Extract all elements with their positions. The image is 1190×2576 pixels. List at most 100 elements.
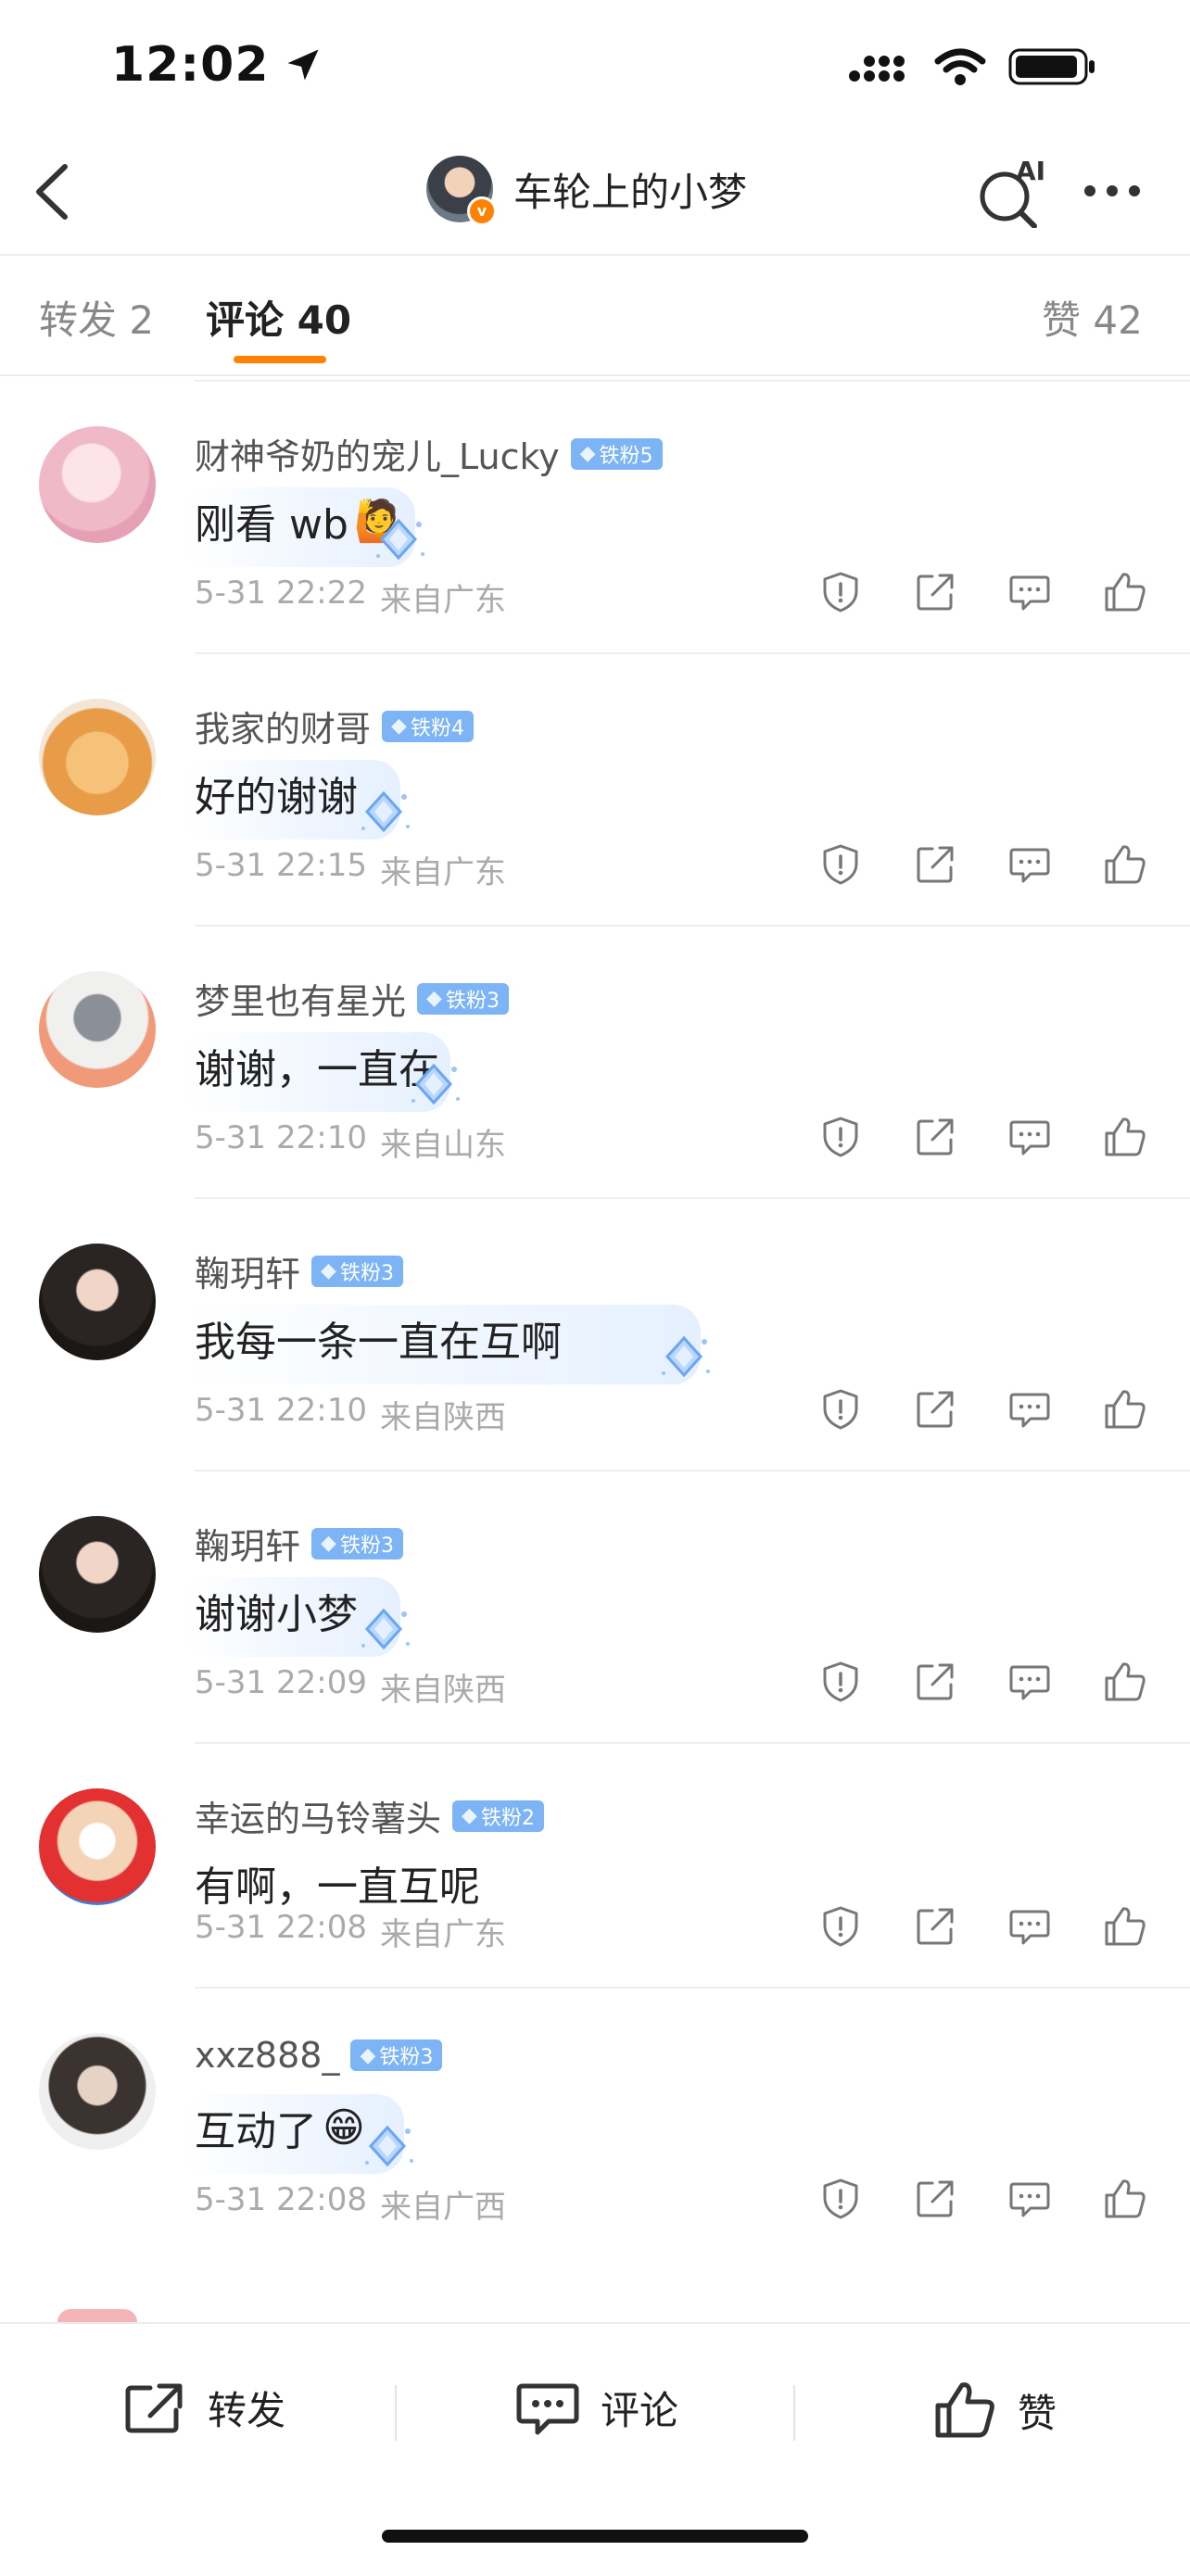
commenter-avatar[interactable] <box>39 699 156 815</box>
reply-icon[interactable] <box>1008 1905 1051 1948</box>
comment-meta: 5-31 22:08 来自广西 <box>195 2181 506 2227</box>
commenter-name[interactable]: 鞠玥轩 <box>195 1245 300 1296</box>
comment-text-line: 互动了 😁 <box>195 2098 365 2157</box>
share-icon[interactable] <box>914 1905 956 1948</box>
comment-button[interactable]: 评论 <box>515 2380 678 2436</box>
comment-meta: 5-31 22:10 来自山东 <box>195 1119 506 1165</box>
commenter-name[interactable]: 梦里也有星光 <box>195 973 406 1024</box>
fan-level-badge[interactable]: ◆ 铁粉3 <box>350 2039 443 2071</box>
report-icon[interactable] <box>819 1116 862 1158</box>
like-icon[interactable] <box>1103 1905 1146 1948</box>
comment-row[interactable]: 梦里也有星光 ◆ 铁粉3 谢谢，一直在 5-31 22:10 来自山东 <box>0 925 1190 1197</box>
comment-row[interactable]: 幸运的马铃薯头 ◆ 铁粉2 有啊，一直互呢 5-31 22:08 来自广东 <box>0 1742 1190 1987</box>
share-icon[interactable] <box>914 1116 956 1158</box>
diamond-icon: ◆ <box>579 442 596 465</box>
report-icon[interactable] <box>819 2178 862 2220</box>
like-icon[interactable] <box>1103 571 1146 613</box>
report-icon[interactable] <box>819 843 862 886</box>
author-avatar[interactable]: v <box>426 156 497 226</box>
author-name[interactable]: 车轮上的小梦 <box>513 161 747 218</box>
fan-level-badge[interactable]: ◆ 铁粉4 <box>382 710 474 742</box>
comment-text: 好的谢谢 <box>195 774 358 821</box>
comment-row[interactable]: 鞠玥轩 ◆ 铁粉3 谢谢小梦 5-31 22:09 来自陕西 <box>0 1470 1190 1742</box>
verified-badge-icon: v <box>467 196 497 226</box>
row-divider <box>195 1987 1190 1989</box>
fan-level-label: 铁粉5 <box>599 444 653 468</box>
commenter-avatar[interactable] <box>39 1244 156 1360</box>
like-icon[interactable] <box>1103 843 1146 886</box>
share-icon[interactable] <box>914 843 956 886</box>
fan-level-badge[interactable]: ◆ 铁粉3 <box>417 982 509 1015</box>
fan-sparkle <box>367 508 432 573</box>
share-icon[interactable] <box>914 2178 956 2220</box>
tab-likes[interactable]: 赞 42 <box>1042 289 1143 346</box>
fan-sparkle <box>652 1325 717 1390</box>
thumbs-up-icon <box>935 2382 994 2438</box>
report-icon[interactable] <box>819 1661 862 1703</box>
fan-level-badge[interactable]: ◆ 铁粉2 <box>452 1799 544 1832</box>
location-arrow-icon <box>287 49 319 81</box>
fan-sparkle <box>352 780 417 845</box>
commenter-name[interactable]: 财神爷奶的宠儿_Lucky <box>195 428 560 479</box>
ai-search-button[interactable]: AI <box>975 154 1049 229</box>
repost-button[interactable]: 转发 <box>122 2380 285 2436</box>
tab-repost[interactable]: 转发 2 <box>39 289 154 346</box>
reply-icon[interactable] <box>1008 1116 1051 1158</box>
comment-time: 5-31 22:08 <box>195 2181 367 2218</box>
comment-actions <box>819 1116 1146 1158</box>
back-icon[interactable] <box>26 159 82 224</box>
reply-icon[interactable] <box>1008 2178 1051 2220</box>
comment-location: 来自广东 <box>379 854 506 891</box>
like-button[interactable]: 赞 <box>932 2380 1057 2441</box>
fan-diamond-sparkle-icon <box>376 518 424 561</box>
like-icon[interactable] <box>1103 1661 1146 1703</box>
comment-row[interactable]: xxz888_ ◆ 铁粉3 互动了 😁 5-31 22:08 来自广西 <box>0 1987 1190 2259</box>
comment-row[interactable]: 财神爷奶的宠儿_Lucky ◆ 铁粉5 刚看 wb 🙋 5-31 22:22 来自广东 <box>0 380 1190 652</box>
commenter-avatar[interactable] <box>39 2033 156 2150</box>
reply-icon[interactable] <box>1008 571 1051 613</box>
commenter-avatar[interactable] <box>39 1516 156 1633</box>
reply-icon[interactable] <box>1008 1661 1051 1703</box>
row-divider <box>195 1197 1190 1199</box>
comment-row[interactable]: 我家的财哥 ◆ 铁粉4 好的谢谢 5-31 22:15 来自广东 <box>0 652 1190 925</box>
report-icon[interactable] <box>819 1388 862 1431</box>
share-icon[interactable] <box>914 1661 956 1703</box>
commenter-avatar[interactable] <box>39 426 156 543</box>
commenter-name[interactable]: 幸运的马铃薯头 <box>195 1790 441 1841</box>
repost-label: 转发 <box>208 2388 286 2433</box>
repost-icon <box>125 2383 183 2432</box>
like-icon[interactable] <box>1103 2178 1146 2220</box>
report-icon[interactable] <box>819 571 862 613</box>
tab-comments[interactable]: 评论 40 <box>206 289 351 346</box>
report-icon[interactable] <box>819 1905 862 1948</box>
comment-time: 5-31 22:10 <box>195 1119 367 1156</box>
bottom-divider <box>793 2385 795 2441</box>
tab-label: 评论 <box>206 297 285 343</box>
commenter-avatar[interactable] <box>39 971 156 1088</box>
reply-icon[interactable] <box>1008 843 1051 886</box>
commenter-avatar[interactable] <box>39 1788 156 1905</box>
fan-diamond-sparkle-icon <box>662 1335 710 1378</box>
commenter-name[interactable]: 我家的财哥 <box>195 701 371 751</box>
comment-time: 5-31 22:10 <box>195 1392 367 1429</box>
like-icon[interactable] <box>1103 1116 1146 1158</box>
like-icon[interactable] <box>1103 1388 1146 1431</box>
reply-icon[interactable] <box>1008 1388 1051 1431</box>
commenter-name[interactable]: xxz888_ <box>195 2035 339 2076</box>
fan-level-badge[interactable]: ◆ 铁粉3 <box>311 1255 403 1287</box>
share-icon[interactable] <box>914 571 956 613</box>
share-icon[interactable] <box>914 1388 956 1431</box>
fan-level-badge[interactable]: ◆ 铁粉3 <box>311 1527 403 1559</box>
bottom-divider <box>395 2385 397 2441</box>
comment-row[interactable]: 鞠玥轩 ◆ 铁粉3 我每一条一直在互啊 5-31 22:10 来自陕西 <box>0 1197 1190 1470</box>
more-options-button[interactable] <box>1084 185 1140 196</box>
fan-level-badge[interactable]: ◆ 铁粉5 <box>570 437 663 470</box>
commenter-name[interactable]: 鞠玥轩 <box>195 1518 300 1569</box>
commenter-name-row: 我家的财哥 ◆ 铁粉4 <box>195 701 474 751</box>
author-header[interactable]: v 车轮上的小梦 <box>426 156 747 226</box>
comment-location: 来自广东 <box>379 1916 506 1953</box>
comment-actions <box>819 1661 1146 1703</box>
fan-diamond-sparkle-icon <box>411 1063 460 1105</box>
partial-avatar <box>57 2309 137 2322</box>
commenter-name-row: 幸运的马铃薯头 ◆ 铁粉2 <box>195 1790 544 1841</box>
